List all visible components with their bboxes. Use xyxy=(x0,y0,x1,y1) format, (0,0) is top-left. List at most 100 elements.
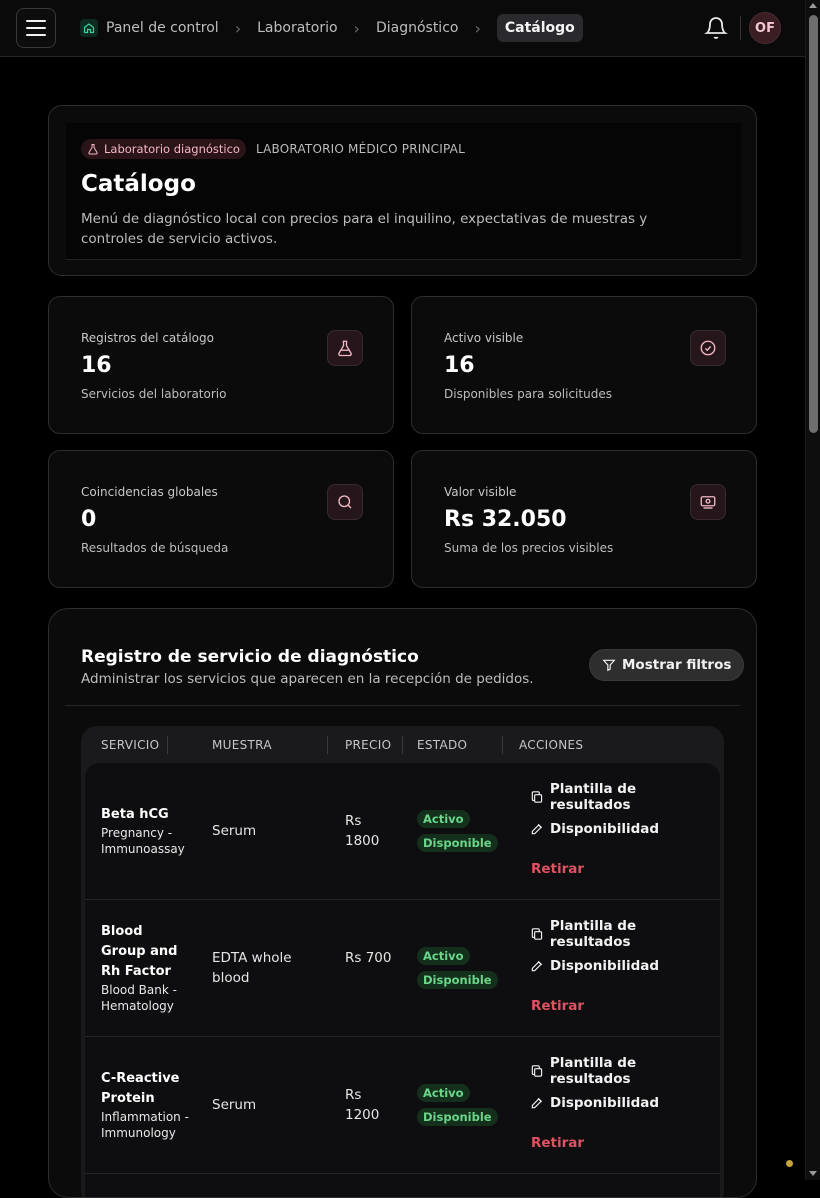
result-template-label: Plantilla de resultados xyxy=(549,918,637,950)
chevron-right-icon: › xyxy=(474,18,481,38)
divider xyxy=(65,705,740,706)
scroll-up-icon[interactable] xyxy=(809,3,817,8)
sample-type: Serum xyxy=(212,1097,257,1113)
service-category: Blood Bank - Hematology xyxy=(101,983,177,1013)
sample-type: Serum xyxy=(212,823,257,839)
services-table: SERVICIO MUESTRA PRECIO ESTADO ACCIONES … xyxy=(81,726,724,1197)
stat-label: Activo visible xyxy=(444,331,524,345)
table-row: C-Reactive Protein Inflammation - Immuno… xyxy=(85,1037,720,1174)
lab-tag: Laboratorio diagnóstico xyxy=(81,139,246,159)
menu-button[interactable] xyxy=(16,8,56,48)
availability-badge: Disponible xyxy=(417,971,498,989)
stat-label: Registros del catálogo xyxy=(81,331,214,345)
result-template-button[interactable]: Plantilla de resultados xyxy=(530,1055,720,1087)
stat-card-active: Activo visible 16 Disponibles para solic… xyxy=(411,296,757,434)
page-header-card: Laboratorio diagnóstico LABORATORIO MÉDI… xyxy=(48,105,757,276)
price: Rs 1200 xyxy=(345,1087,380,1123)
page-title: Catálogo xyxy=(81,171,196,197)
stat-subtext: Suma de los precios visibles xyxy=(444,541,614,555)
retire-button[interactable]: Retirar xyxy=(531,998,584,1014)
result-template-label: Plantilla de resultados xyxy=(549,1055,637,1087)
bell-icon[interactable] xyxy=(704,16,728,40)
page-scrollbar[interactable] xyxy=(805,0,820,1180)
table-row: Beta hCG Pregnancy - Immunoassay Serum R… xyxy=(85,763,720,900)
retire-button[interactable]: Retirar xyxy=(531,1135,584,1151)
breadcrumb-laboratorio[interactable]: Laboratorio xyxy=(257,14,337,42)
home-icon xyxy=(80,19,98,37)
price: Rs 1800 xyxy=(345,813,380,849)
edit-icon xyxy=(531,960,543,972)
stat-label: Valor visible xyxy=(444,485,517,499)
price: Rs 700 xyxy=(345,950,392,966)
status-dot xyxy=(786,1160,793,1167)
service-name[interactable]: C-Reactive Protein xyxy=(101,1069,181,1109)
column-header-actions: ACCIONES xyxy=(519,738,584,752)
page-header: Laboratorio diagnóstico LABORATORIO MÉDI… xyxy=(66,123,741,260)
check-circle-icon xyxy=(690,330,726,366)
edit-icon xyxy=(531,823,543,835)
availability-button[interactable]: Disponibilidad xyxy=(530,821,659,837)
registry-title: Registro de servicio de diagnóstico xyxy=(81,647,419,667)
service-category: Inflammation - Immunology xyxy=(101,1110,189,1140)
breadcrumb-label: Panel de control xyxy=(106,20,219,36)
status-badge: Activo xyxy=(417,810,470,828)
filter-icon xyxy=(602,659,616,672)
sample-type: EDTA whole blood xyxy=(212,950,292,986)
column-divider xyxy=(402,736,403,754)
result-template-button[interactable]: Plantilla de resultados xyxy=(530,781,720,813)
breadcrumb: Panel de control › Laboratorio › Diagnós… xyxy=(80,14,583,42)
avatar[interactable]: OF xyxy=(749,12,781,44)
result-template-button[interactable]: Plantilla de resultados xyxy=(530,918,720,950)
table-body: Beta hCG Pregnancy - Immunoassay Serum R… xyxy=(85,763,720,1197)
service-registry-card: Registro de servicio de diagnóstico Admi… xyxy=(48,608,757,1198)
stat-subtext: Servicios del laboratorio xyxy=(81,387,227,401)
status-badge: Activo xyxy=(417,1084,470,1102)
show-filters-button[interactable]: Mostrar filtros xyxy=(589,649,745,681)
breadcrumb-catalogo: Catálogo xyxy=(496,14,583,42)
breadcrumb-diagnostico[interactable]: Diagnóstico xyxy=(376,14,459,42)
breadcrumb-home[interactable]: Panel de control xyxy=(80,14,219,42)
column-header-price[interactable]: PRECIO xyxy=(345,738,391,752)
lab-tag-label: Laboratorio diagnóstico xyxy=(104,142,240,156)
show-filters-label: Mostrar filtros xyxy=(622,657,732,673)
chevron-right-icon: › xyxy=(234,18,242,38)
stat-value: Rs 32.050 xyxy=(444,507,567,532)
top-bar: Panel de control › Laboratorio › Diagnós… xyxy=(0,0,805,57)
stat-subtext: Resultados de búsqueda xyxy=(81,541,229,555)
copy-icon xyxy=(531,791,543,803)
column-header-sample[interactable]: MUESTRA xyxy=(212,738,272,752)
retire-button[interactable]: Retirar xyxy=(531,861,584,877)
availability-button[interactable]: Disponibilidad xyxy=(530,958,659,974)
availability-badge: Disponible xyxy=(417,834,498,852)
org-name: LABORATORIO MÉDICO PRINCIPAL xyxy=(255,142,465,156)
service-name[interactable]: Beta hCG xyxy=(101,805,181,825)
stat-value: 16 xyxy=(81,353,112,378)
edit-icon xyxy=(531,1097,543,1109)
copy-icon xyxy=(531,1065,543,1077)
service-category: Pregnancy - Immunoassay xyxy=(101,826,185,856)
stat-card-catalog: Registros del catálogo 16 Servicios del … xyxy=(48,296,394,434)
column-divider xyxy=(502,736,503,754)
divider xyxy=(740,16,741,40)
column-header-service[interactable]: SERVICIO xyxy=(101,738,159,752)
stat-label: Coincidencias globales xyxy=(81,485,218,499)
scrollbar-thumb[interactable] xyxy=(809,15,818,433)
stat-value: 0 xyxy=(81,507,97,532)
stat-card-value: Valor visible Rs 32.050 Suma de los prec… xyxy=(411,450,757,588)
flask-icon xyxy=(88,144,98,155)
availability-label: Disponibilidad xyxy=(550,821,660,837)
column-header-status[interactable]: ESTADO xyxy=(417,738,467,752)
column-divider xyxy=(327,736,328,754)
service-name[interactable]: Blood Group and Rh Factor xyxy=(101,922,181,982)
availability-label: Disponibilidad xyxy=(550,958,660,974)
stat-card-matches: Coincidencias globales 0 Resultados de b… xyxy=(48,450,394,588)
availability-button[interactable]: Disponibilidad xyxy=(530,1095,659,1111)
copy-icon xyxy=(531,928,543,940)
registry-subtitle: Administrar los servicios que aparecen e… xyxy=(81,671,534,687)
money-icon xyxy=(690,484,726,520)
stat-subtext: Disponibles para solicitudes xyxy=(444,387,612,401)
stat-value: 16 xyxy=(444,353,475,378)
availability-badge: Disponible xyxy=(417,1108,498,1126)
scroll-down-icon[interactable] xyxy=(809,1171,817,1176)
search-icon xyxy=(327,484,363,520)
